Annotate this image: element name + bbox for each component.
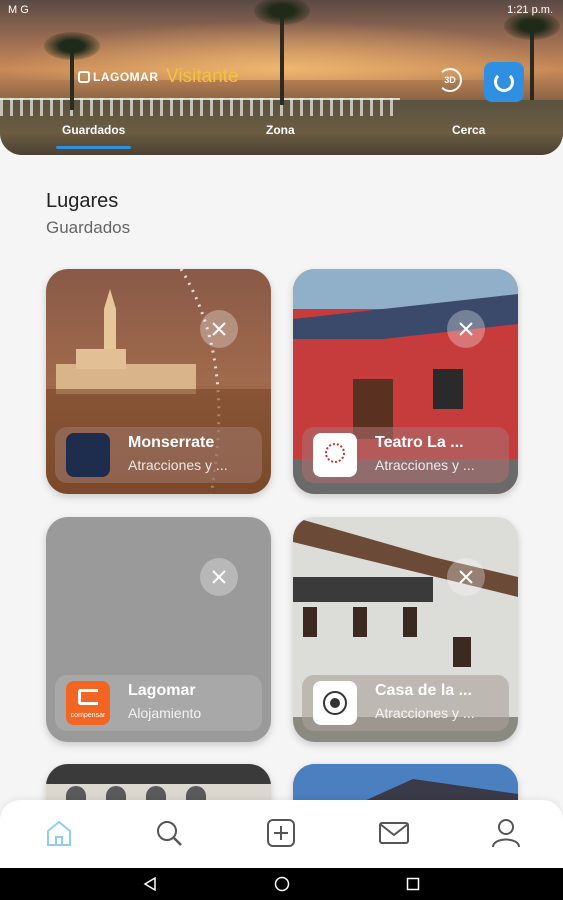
place-category: Atracciones y ... [375, 705, 475, 721]
place-category: Atracciones y ... [375, 457, 475, 473]
tab-zona[interactable]: Zona [266, 123, 295, 137]
close-icon [459, 570, 473, 584]
logo-mark-icon [78, 71, 90, 83]
place-info: Casa de la ... Atracciones y ... [302, 675, 509, 731]
place-logo-icon [313, 681, 357, 725]
sync-icon [494, 72, 514, 92]
logo-text: LAGOMAR [93, 70, 159, 84]
place-name: Teatro La ... [375, 434, 464, 451]
place-card-teatro[interactable]: Teatro La ... Atracciones y ... [293, 269, 518, 494]
recents-icon[interactable] [406, 877, 420, 891]
page-title: Visitante [166, 66, 239, 87]
home-circle-icon[interactable] [274, 876, 290, 892]
remove-favorite-button[interactable] [200, 558, 238, 596]
nav-home[interactable] [41, 815, 77, 851]
sync-button[interactable] [484, 62, 524, 102]
remove-favorite-button[interactable] [447, 558, 485, 596]
add-icon [267, 819, 295, 847]
compensar-logo-text: compensar [70, 712, 106, 719]
status-bar: M G 1:21 p.m. [0, 0, 563, 22]
place-name: Casa de la ... [375, 682, 472, 699]
place-logo-icon [313, 433, 357, 477]
home-icon [47, 820, 71, 846]
tab-guardados[interactable]: Guardados [55, 123, 132, 149]
mail-icon [379, 822, 409, 844]
section-subtitle: Guardados [46, 218, 131, 237]
nav-add[interactable] [263, 815, 299, 851]
place-category: Atracciones y ... [128, 457, 228, 473]
profile-icon [492, 819, 520, 848]
status-time: 1:21 p.m. [507, 4, 553, 16]
system-nav-bar [0, 868, 563, 900]
place-card-lagomar[interactable]: compensar Lagomar Alojamiento [46, 517, 271, 742]
header: LAGOMAR Visitante 3D Guardados Zona Cerc… [0, 0, 563, 155]
nav-mail[interactable] [376, 815, 412, 851]
back-icon[interactable] [143, 877, 157, 891]
nav-search[interactable] [151, 815, 187, 851]
place-info: Teatro La ... Atracciones y ... [302, 427, 509, 483]
place-logo-icon [66, 433, 110, 477]
place-info: Monserrate Atracciones y ... [55, 427, 262, 483]
place-card-monserrate[interactable]: Monserrate Atracciones y ... [46, 269, 271, 494]
place-name: Monserrate [128, 434, 215, 451]
remove-favorite-button[interactable] [447, 310, 485, 348]
close-icon [212, 570, 226, 584]
nav-profile[interactable] [488, 815, 524, 851]
close-icon [212, 322, 226, 336]
section-title: Lugares [46, 190, 119, 212]
place-name: Lagomar [128, 682, 196, 699]
place-card-casa[interactable]: Casa de la ... Atracciones y ... [293, 517, 518, 742]
remove-favorite-button[interactable] [200, 310, 238, 348]
search-icon [157, 821, 182, 846]
place-info: compensar Lagomar Alojamiento [55, 675, 262, 731]
view-3d-icon[interactable]: 3D [438, 68, 462, 92]
app-logo: LAGOMAR [78, 70, 159, 84]
status-left: M G [8, 4, 29, 16]
close-icon [459, 322, 473, 336]
tab-cerca[interactable]: Cerca [452, 123, 485, 137]
bottom-nav [0, 800, 563, 870]
place-logo-icon: compensar [66, 681, 110, 725]
place-category: Alojamiento [128, 705, 202, 721]
